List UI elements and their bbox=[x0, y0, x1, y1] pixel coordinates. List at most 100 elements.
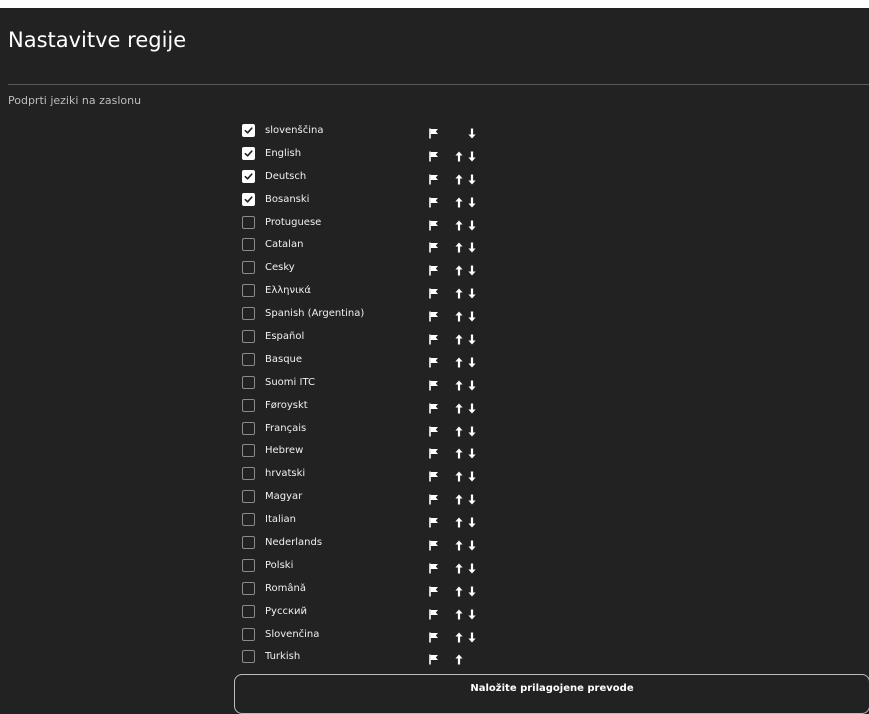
arrow-down-icon[interactable] bbox=[468, 513, 476, 528]
flag-icon[interactable] bbox=[429, 422, 439, 437]
language-row: Turkish bbox=[242, 645, 502, 668]
arrow-down-icon[interactable] bbox=[468, 353, 476, 368]
arrow-up-icon[interactable] bbox=[455, 444, 463, 459]
language-checkbox[interactable] bbox=[242, 444, 255, 458]
language-checkbox[interactable] bbox=[242, 421, 255, 435]
upload-translations-button[interactable]: Naložite prilagojene prevode bbox=[234, 674, 869, 714]
flag-icon[interactable] bbox=[429, 330, 439, 345]
language-checkbox[interactable] bbox=[242, 329, 255, 343]
arrow-up-icon[interactable] bbox=[455, 490, 463, 505]
flag-icon[interactable] bbox=[429, 399, 439, 414]
flag-icon[interactable] bbox=[429, 284, 439, 299]
flag-icon[interactable] bbox=[429, 628, 439, 643]
flag-icon[interactable] bbox=[429, 193, 439, 208]
arrow-up-icon[interactable] bbox=[455, 330, 463, 345]
flag-icon[interactable] bbox=[429, 559, 439, 574]
language-checkbox[interactable] bbox=[242, 261, 255, 275]
arrow-down-icon[interactable] bbox=[468, 261, 476, 276]
flag-icon[interactable] bbox=[429, 444, 439, 459]
flag-icon[interactable] bbox=[429, 605, 439, 620]
arrow-up-icon[interactable] bbox=[455, 513, 463, 528]
arrow-down-icon[interactable] bbox=[468, 422, 476, 437]
language-checkbox[interactable] bbox=[242, 352, 255, 366]
flag-icon[interactable] bbox=[429, 513, 439, 528]
arrow-down-icon[interactable] bbox=[468, 559, 476, 574]
language-checkbox[interactable] bbox=[242, 650, 255, 664]
arrow-up-icon[interactable] bbox=[455, 399, 463, 414]
arrow-down-icon[interactable] bbox=[468, 582, 476, 597]
top-bar bbox=[0, 0, 869, 8]
flag-icon[interactable] bbox=[429, 467, 439, 482]
arrow-down-icon[interactable] bbox=[468, 376, 476, 391]
flag-icon[interactable] bbox=[429, 536, 439, 551]
language-name: English bbox=[265, 147, 302, 159]
section-label: Podprti jeziki na zaslonu bbox=[8, 94, 142, 107]
language-checkbox[interactable] bbox=[242, 627, 255, 641]
flag-icon[interactable] bbox=[429, 147, 439, 162]
flag-icon[interactable] bbox=[429, 216, 439, 231]
arrow-down-icon[interactable] bbox=[468, 216, 476, 231]
arrow-up-icon[interactable] bbox=[455, 422, 463, 437]
arrow-up-icon[interactable] bbox=[455, 376, 463, 391]
flag-icon[interactable] bbox=[429, 490, 439, 505]
language-checkbox[interactable] bbox=[242, 398, 255, 412]
language-checkbox[interactable] bbox=[242, 169, 255, 183]
language-checkbox[interactable] bbox=[242, 192, 255, 206]
arrow-up-icon[interactable] bbox=[455, 467, 463, 482]
arrow-down-icon[interactable] bbox=[468, 330, 476, 345]
arrow-up-icon[interactable] bbox=[455, 216, 463, 231]
arrow-down-icon[interactable] bbox=[468, 467, 476, 482]
language-checkbox[interactable] bbox=[242, 146, 255, 160]
language-checkbox[interactable] bbox=[242, 375, 255, 389]
language-checkbox[interactable] bbox=[242, 215, 255, 229]
arrow-up-icon[interactable] bbox=[455, 284, 463, 299]
arrow-up-icon[interactable] bbox=[455, 536, 463, 551]
language-checkbox[interactable] bbox=[242, 581, 255, 595]
language-checkbox[interactable] bbox=[242, 307, 255, 321]
arrow-up-icon[interactable] bbox=[455, 261, 463, 276]
arrow-up-icon[interactable] bbox=[455, 307, 463, 322]
arrow-up-icon[interactable] bbox=[455, 559, 463, 574]
language-row: Spanish (Argentina) bbox=[242, 302, 502, 325]
language-checkbox[interactable] bbox=[242, 123, 255, 137]
arrow-down-icon[interactable] bbox=[468, 147, 476, 162]
flag-icon[interactable] bbox=[429, 307, 439, 322]
language-checkbox[interactable] bbox=[242, 238, 255, 252]
arrow-down-icon[interactable] bbox=[468, 536, 476, 551]
language-checkbox[interactable] bbox=[242, 284, 255, 298]
arrow-up-icon[interactable] bbox=[455, 582, 463, 597]
arrow-down-icon[interactable] bbox=[468, 124, 476, 139]
flag-icon[interactable] bbox=[429, 261, 439, 276]
arrow-up-icon[interactable] bbox=[455, 628, 463, 643]
arrow-up-icon[interactable] bbox=[455, 353, 463, 368]
arrow-down-icon[interactable] bbox=[468, 490, 476, 505]
language-checkbox[interactable] bbox=[242, 467, 255, 481]
flag-icon[interactable] bbox=[429, 650, 439, 665]
flag-icon[interactable] bbox=[429, 376, 439, 391]
arrow-up-icon[interactable] bbox=[455, 170, 463, 185]
language-checkbox[interactable] bbox=[242, 490, 255, 504]
flag-icon[interactable] bbox=[429, 582, 439, 597]
flag-icon[interactable] bbox=[429, 238, 439, 253]
arrow-down-icon[interactable] bbox=[468, 170, 476, 185]
arrow-up-icon[interactable] bbox=[455, 147, 463, 162]
language-checkbox[interactable] bbox=[242, 513, 255, 527]
arrow-down-icon[interactable] bbox=[468, 284, 476, 299]
arrow-up-icon[interactable] bbox=[455, 605, 463, 620]
language-checkbox[interactable] bbox=[242, 558, 255, 572]
flag-icon[interactable] bbox=[429, 124, 439, 139]
arrow-down-icon[interactable] bbox=[468, 193, 476, 208]
arrow-up-icon[interactable] bbox=[455, 193, 463, 208]
arrow-down-icon[interactable] bbox=[468, 307, 476, 322]
language-checkbox[interactable] bbox=[242, 535, 255, 549]
arrow-down-icon[interactable] bbox=[468, 605, 476, 620]
arrow-up-icon[interactable] bbox=[455, 650, 463, 665]
arrow-down-icon[interactable] bbox=[468, 238, 476, 253]
arrow-down-icon[interactable] bbox=[468, 628, 476, 643]
flag-icon[interactable] bbox=[429, 170, 439, 185]
language-checkbox[interactable] bbox=[242, 604, 255, 618]
flag-icon[interactable] bbox=[429, 353, 439, 368]
arrow-down-icon[interactable] bbox=[468, 399, 476, 414]
arrow-down-icon[interactable] bbox=[468, 444, 476, 459]
arrow-up-icon[interactable] bbox=[455, 238, 463, 253]
